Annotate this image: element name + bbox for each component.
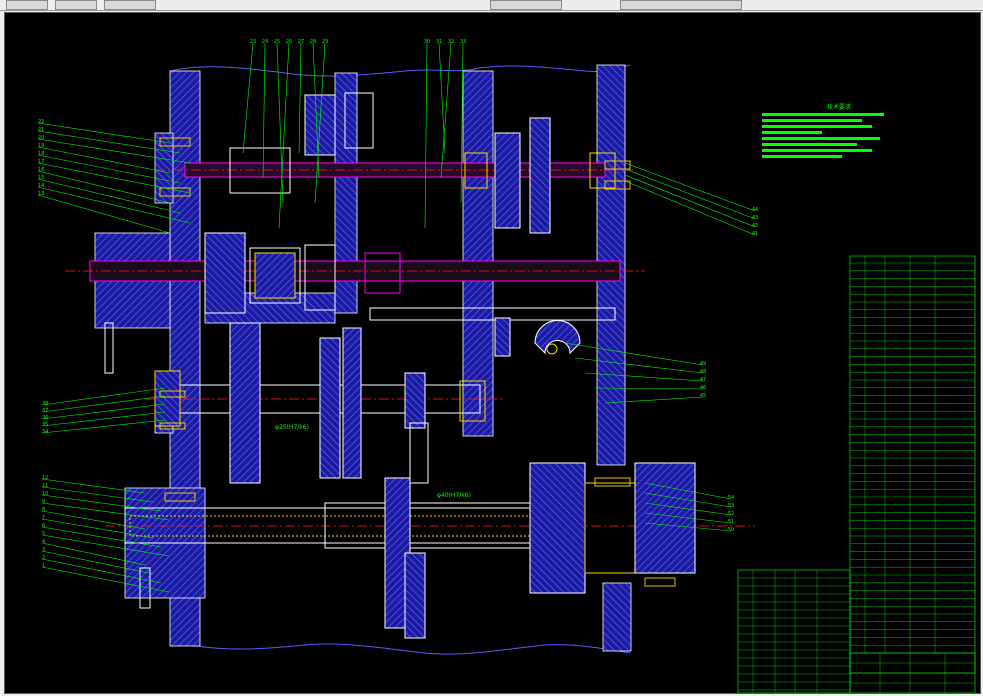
leader-line [41,395,166,413]
left-bearing-covers [94,132,336,599]
callout-right-mid: 45 [700,393,706,399]
leader-line [41,478,146,494]
callout-left-upper: 15 [38,175,44,181]
callout-left-bottom: 5 [42,531,45,537]
shaft-1 [155,92,635,234]
callout-left-bottom: 3 [42,547,45,553]
toolbar-button[interactable] [620,0,742,10]
callout-left-upper: 13 [38,191,44,197]
callout-left-bottom: 10 [42,491,48,497]
leader-line [624,162,756,212]
callout-right-upper: 44 [752,207,758,213]
callout-left-bottom: 7 [42,515,45,521]
callout-top: 28 [310,39,316,45]
technical-notes: 技术要求 [762,103,884,158]
callout-top: 32 [448,39,454,45]
callout-top: 27 [298,39,304,45]
callout-left-bottom: 11 [42,483,48,489]
callout-left-bottom: 2 [42,555,45,561]
callout-right-mid: 46 [700,385,706,391]
callout-left-upper: 17 [38,159,44,165]
leader-line [41,411,166,427]
callout-left-upper: 16 [38,167,44,173]
parts-list [737,255,976,693]
callout-right-lower: 54 [728,495,734,501]
cad-drawing: φ25(H7/k6) φ40(H7/k6) 技术要求 23 24 25 26 27 28 2… [37,39,976,693]
callout-left-lower: 36 [42,415,48,421]
callout-left-upper: 22 [38,119,44,125]
leader-line [37,146,171,174]
leader-line [424,42,428,229]
leader-line [624,168,756,220]
callout-top: 23 [250,39,256,45]
notes-title: 技术要求 [827,103,851,111]
callout-left-bottom: 9 [42,499,45,505]
callout-left-lower: 37 [42,408,48,414]
callout-right-upper: 42 [752,223,758,229]
shaft-label-1: φ25(H7/k6) [275,424,309,431]
callout-left-upper: 14 [38,183,44,189]
leader-line [41,419,166,434]
callout-right-mid: 49 [700,361,706,367]
callout-top: 31 [436,39,442,45]
title-bar [0,0,983,11]
callout-right-lower: 51 [728,519,734,525]
callout-left-bottom: 8 [42,507,45,513]
callout-left-bottom: 6 [42,523,45,529]
toolbar-button[interactable] [55,0,97,10]
callout-right-lower: 53 [728,503,734,509]
callout-left-lower: 34 [42,429,48,435]
housing-wall-right-lower [602,582,632,652]
callout-top: 26 [286,39,292,45]
callout-top: 33 [460,39,466,45]
leader-line [37,122,171,144]
shaft-label-2: φ40(H7/k6) [437,492,471,499]
callout-left-lower: 38 [42,401,48,407]
callout-right-lower: 52 [728,511,734,517]
callout-top: 25 [274,39,280,45]
leader-line [41,403,166,420]
callout-left-upper: 18 [38,151,44,157]
leader-line [298,42,302,154]
callout-top: 29 [322,39,328,45]
callout-right-upper: 43 [752,215,758,221]
leader-line [624,174,756,228]
leader-line [242,42,254,154]
leader-line [564,342,704,366]
parts-list-rows [738,256,975,693]
callout-left-bottom: 4 [42,539,45,545]
callout-left-upper: 20 [38,135,44,141]
callout-left-upper: 19 [38,143,44,149]
callout-left-lower: 35 [42,422,48,428]
leader-line [276,42,284,204]
toolbar-button[interactable] [6,0,48,10]
callout-right-lower: 50 [728,527,734,533]
callout-top: 24 [262,39,268,45]
callout-left-bottom: 1 [42,563,45,569]
cad-viewport[interactable]: φ25(H7/k6) φ40(H7/k6) 技术要求 23 24 25 26 27 28 2… [4,12,981,694]
leader-line [37,194,171,234]
callout-left-upper: 21 [38,127,44,133]
callout-right-mid: 48 [700,369,706,375]
leader-line [624,180,756,236]
leader-line [41,387,166,406]
callout-left-bottom: 12 [42,475,48,481]
leader-line [262,42,266,179]
callout-top: 30 [424,39,430,45]
leader-line [574,357,704,374]
callout-right-upper: 41 [752,231,758,237]
toolbar-button[interactable] [490,0,562,10]
toolbar-button[interactable] [104,0,156,10]
callout-right-mid: 47 [700,377,706,383]
